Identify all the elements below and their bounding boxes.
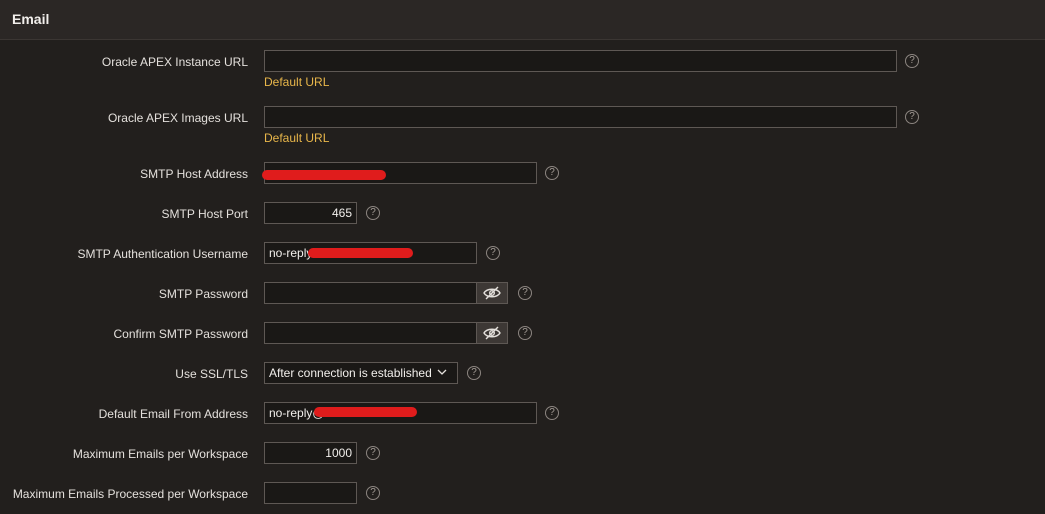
smtp-password-input[interactable] (264, 282, 477, 304)
region-title: Email (12, 11, 50, 27)
instance-url-label: Oracle APEX Instance URL (101, 55, 248, 69)
images-url-default-link[interactable]: Default URL (264, 131, 329, 145)
show-password-button[interactable] (476, 322, 508, 344)
images-url-input[interactable] (264, 106, 897, 128)
images-url-label: Oracle APEX Images URL (107, 111, 248, 125)
help-circle-icon[interactable]: ? (905, 54, 919, 68)
smtp-password-label: SMTP Password (158, 287, 248, 301)
instance-url-input[interactable] (264, 50, 897, 72)
smtp-username-label: SMTP Authentication Username (77, 247, 248, 261)
eye-slash-icon (483, 326, 501, 340)
confirm-password-input[interactable] (264, 322, 477, 344)
max-emails-label: Maximum Emails per Workspace (72, 447, 248, 461)
help-circle-icon[interactable]: ? (366, 486, 380, 500)
help-circle-icon[interactable]: ? (905, 110, 919, 124)
ssl-selected-value: After connection is established (269, 366, 432, 380)
region-header: Email (0, 0, 1045, 40)
redaction-mark (314, 407, 417, 417)
help-circle-icon[interactable]: ? (467, 366, 481, 380)
max-processed-label: Maximum Emails Processed per Workspace (12, 487, 248, 501)
help-circle-icon[interactable]: ? (518, 326, 532, 340)
help-circle-icon[interactable]: ? (366, 446, 380, 460)
confirm-password-label: Confirm SMTP Password (113, 327, 248, 341)
from-address-label: Default Email From Address (98, 407, 248, 421)
help-circle-icon[interactable]: ? (545, 406, 559, 420)
instance-url-default-link[interactable]: Default URL (264, 75, 329, 89)
help-circle-icon[interactable]: ? (518, 286, 532, 300)
smtp-port-label: SMTP Host Port (161, 207, 248, 221)
ssl-select[interactable]: After connection is established (264, 362, 458, 384)
max-emails-input[interactable]: 1000 (264, 442, 357, 464)
eye-slash-icon (483, 286, 501, 300)
redaction-mark (262, 170, 386, 180)
help-circle-icon[interactable]: ? (366, 206, 380, 220)
help-circle-icon[interactable]: ? (545, 166, 559, 180)
chevron-down-icon (437, 369, 447, 375)
help-circle-icon[interactable]: ? (486, 246, 500, 260)
smtp-port-input[interactable]: 465 (264, 202, 357, 224)
smtp-host-label: SMTP Host Address (140, 167, 248, 181)
ssl-label: Use SSL/TLS (175, 367, 248, 381)
show-password-button[interactable] (476, 282, 508, 304)
redaction-mark (308, 248, 413, 258)
max-processed-input[interactable] (264, 482, 357, 504)
